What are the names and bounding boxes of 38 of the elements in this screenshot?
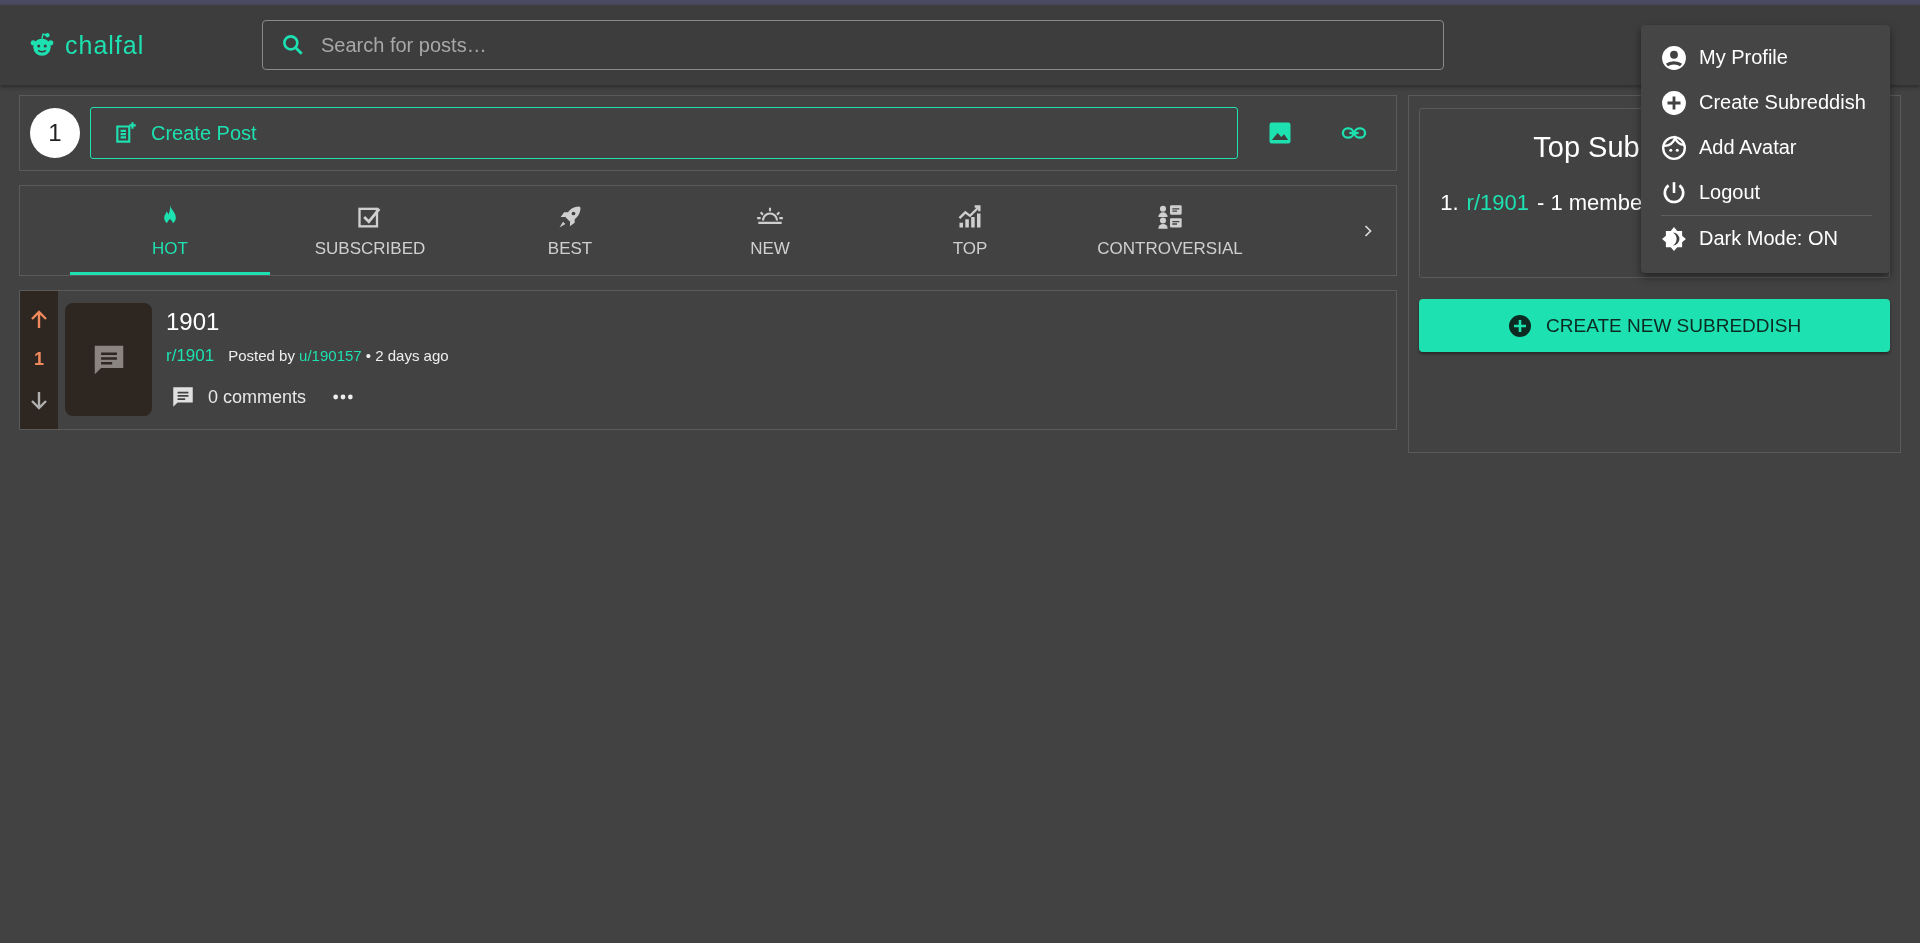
feed-tab[interactable]: NEW [670,186,870,275]
more-options-icon[interactable] [332,393,355,401]
note-add-icon [113,120,139,146]
vote-score: 1 [34,349,44,371]
people-list-icon [1156,202,1184,231]
alien-logo-icon [29,32,55,58]
create-post-field[interactable]: Create Post [90,107,1239,159]
menu-item[interactable]: Add Avatar [1641,125,1890,170]
site-logo-text[interactable]: chalfal [65,30,145,60]
menu-item[interactable]: Create Subreddish [1641,80,1890,125]
feed-tab[interactable]: HOT [70,186,270,275]
rank-number: 1. [1440,190,1459,216]
subreddit-link[interactable]: r/1901 [1466,190,1529,216]
plus-circle-icon [1661,89,1687,116]
member-count: - 1 membe [1537,190,1643,216]
user-avatar[interactable]: 1 [30,108,80,158]
menu-item[interactable]: Dark Mode: ON [1641,216,1890,261]
feed-tab[interactable]: TOP [870,186,1070,275]
subreddit-link[interactable]: r/1901 [166,346,215,366]
feed-tab[interactable]: CONTROVERSIAL [1070,186,1270,275]
post-byline: Posted by u/190157 • 2 days ago [228,347,449,364]
comments-button[interactable]: 0 comments [166,384,307,410]
post-title[interactable]: 1901 [166,308,449,336]
plus-circle-icon [1508,313,1533,338]
search-field[interactable]: Search for posts… [262,20,1444,70]
menu-item[interactable]: Logout [1641,170,1890,215]
top-subreddish-title: Top Sub [1533,131,1640,164]
trending-chart-icon [956,202,984,231]
feed-tab[interactable]: BEST [470,186,670,275]
user-link[interactable]: u/190157 [299,347,362,364]
menu-item[interactable]: My Profile [1641,35,1890,80]
post-thumbnail[interactable] [65,303,152,416]
face-icon [1661,134,1687,161]
account-circle-icon [1661,44,1687,71]
power-icon [1661,179,1687,206]
brightness-icon [1661,225,1687,252]
feed-tab[interactable]: SUBSCRIBED [270,186,470,275]
create-new-subreddish-button[interactable]: CREATE NEW SUBREDDISH [1419,299,1890,352]
